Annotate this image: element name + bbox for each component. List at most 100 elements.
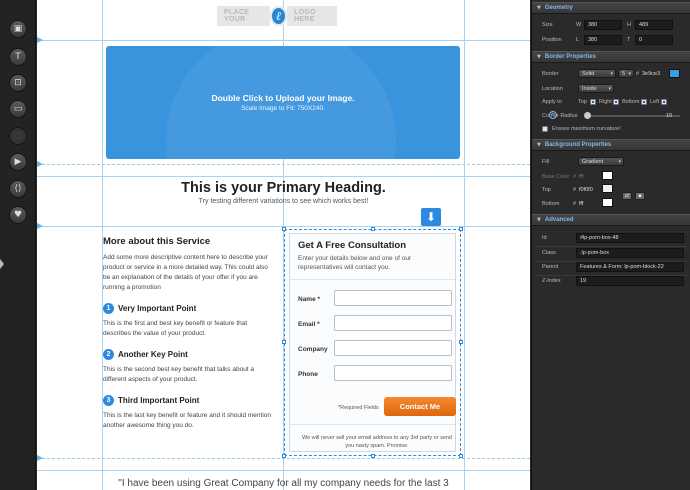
editor-canvas[interactable]: PLACE YOUR ℓ LOGO HERE Double Click to U…: [37, 0, 530, 490]
id-value[interactable]: #lp-pom-box-48: [576, 233, 684, 243]
base-color-label: Base Color: [542, 174, 570, 180]
resize-handle[interactable]: [459, 454, 463, 458]
primary-heading[interactable]: This is your Primary Heading.: [37, 180, 530, 196]
point-body: This is the first and best key benefit o…: [103, 320, 248, 337]
class-value[interactable]: .lp-pom-box: [576, 248, 684, 258]
apply-top-checkbox[interactable]: [590, 99, 596, 105]
logo-icon: ℓ: [270, 6, 288, 26]
section-title: Geometry: [544, 5, 573, 11]
guide-marker-icon[interactable]: [37, 161, 43, 167]
base-color-swatch: [602, 171, 613, 180]
resize-handle[interactable]: [371, 454, 375, 458]
guide-line: [37, 458, 530, 459]
section-title: Background Properties: [544, 142, 612, 148]
tool-text-icon[interactable]: T: [9, 48, 27, 66]
point-body: This is the second best key benefit that…: [103, 366, 255, 383]
number-badge-icon: 2: [103, 349, 114, 360]
phone-label: Phone: [298, 371, 318, 378]
border-color-value[interactable]: 3e9ce3: [642, 71, 660, 77]
geometry-section-header[interactable]: ▼ Geometry: [532, 2, 690, 14]
top-color-swatch[interactable]: [602, 184, 613, 193]
tool-button-icon[interactable]: ▭: [9, 100, 27, 118]
service-text: Add some more descriptive content here t…: [103, 254, 268, 291]
fill-select[interactable]: Gradient: [578, 157, 624, 166]
resize-handle[interactable]: [282, 454, 286, 458]
resize-handle[interactable]: [282, 227, 286, 231]
swap-colors-icon[interactable]: ⇄: [622, 192, 632, 200]
ensure-curvature-checkbox[interactable]: [542, 126, 548, 132]
resize-handle[interactable]: [282, 340, 286, 344]
phone-field[interactable]: [334, 365, 452, 381]
radius-slider-knob[interactable]: [584, 112, 591, 119]
guide-marker-icon[interactable]: [37, 37, 43, 43]
name-label: Name *: [298, 296, 321, 303]
parent-value[interactable]: Features & Form: lp-pom-block-22: [576, 262, 684, 272]
logo-text-left: PLACE YOUR: [217, 6, 271, 26]
location-select[interactable]: Inside: [578, 84, 614, 93]
add-icon[interactable]: +: [549, 111, 557, 119]
number-badge-icon: 3: [103, 395, 114, 406]
bottom-color-value[interactable]: fff: [579, 201, 583, 207]
left-label: Left: [650, 99, 660, 105]
service-description[interactable]: More about this Service Add some more de…: [103, 236, 273, 431]
left-pos-label: L: [576, 37, 580, 43]
border-width-select[interactable]: 5: [618, 69, 634, 78]
width-label: W: [576, 22, 582, 28]
tool-form-icon[interactable]: ⊡: [9, 74, 27, 92]
guide-line: [464, 0, 465, 490]
tool-video-icon[interactable]: ▶: [9, 153, 27, 171]
border-color-swatch[interactable]: [669, 69, 680, 78]
email-field[interactable]: [334, 315, 452, 331]
width-input[interactable]: 380: [584, 20, 622, 30]
corner-radius-label: Corner Radius: [542, 113, 578, 119]
section-title: Border Properties: [544, 54, 596, 60]
contact-me-button[interactable]: Contact Me: [384, 397, 456, 416]
number-badge-icon: 1: [103, 303, 114, 314]
apply-left-checkbox[interactable]: [661, 99, 667, 105]
apply-right-checkbox[interactable]: [613, 99, 619, 105]
resize-handle[interactable]: [459, 227, 463, 231]
z-index-value[interactable]: 19: [576, 276, 684, 286]
point-title: Third Important Point: [118, 396, 200, 405]
top-color-value[interactable]: f0f0f0: [579, 187, 593, 193]
top-color-label: Top: [542, 187, 551, 193]
hash-label: #: [573, 174, 577, 180]
top-label: Top: [578, 99, 587, 105]
tool-image-icon[interactable]: ▣: [9, 20, 27, 38]
collapse-arrow-icon[interactable]: [0, 259, 4, 269]
top-pos-label: T: [627, 37, 631, 43]
testimonial-text[interactable]: "I have been using Great Company for all…: [37, 478, 530, 489]
advanced-section-header[interactable]: ▼ Advanced: [532, 214, 690, 226]
properties-panel: ▼ Geometry Size W 380 H 489 Position L 38…: [531, 0, 690, 490]
guide-line: [37, 164, 530, 165]
service-title: More about this Service: [103, 236, 211, 247]
lock-icon[interactable]: ▪: [635, 192, 645, 200]
apply-to-label: Apply to: [542, 99, 562, 105]
arrow-down-icon[interactable]: ⬇: [421, 208, 441, 226]
company-field[interactable]: [334, 340, 452, 356]
tool-social-icon[interactable]: ♥: [9, 206, 27, 224]
name-field[interactable]: [334, 290, 452, 306]
consultation-form-box[interactable]: Get A Free Consultation Enter your detai…: [282, 227, 463, 458]
background-section-header[interactable]: ▼ Background Properties: [532, 139, 690, 151]
height-input[interactable]: 489: [635, 20, 673, 30]
size-label: Size: [542, 22, 553, 28]
image-upload-placeholder[interactable]: Double Click to Upload your Image. Scale…: [106, 46, 460, 159]
hash-label: #: [636, 71, 640, 77]
apply-bottom-checkbox[interactable]: [641, 99, 647, 105]
border-section-header[interactable]: ▼ Border Properties: [532, 51, 690, 63]
company-label: Company: [298, 346, 328, 353]
bottom-color-swatch[interactable]: [602, 198, 613, 207]
resize-handle[interactable]: [371, 227, 375, 231]
guide-marker-icon[interactable]: [37, 455, 43, 461]
form-title: Get A Free Consultation: [298, 240, 407, 251]
logo-placeholder[interactable]: PLACE YOUR ℓ LOGO HERE: [217, 6, 337, 26]
resize-handle[interactable]: [459, 340, 463, 344]
id-label: Id: [542, 235, 547, 241]
guide-marker-icon[interactable]: [37, 223, 43, 229]
left-pos-input[interactable]: 380: [584, 35, 622, 45]
sub-heading[interactable]: Try testing different variations to see …: [37, 198, 530, 205]
border-style-select[interactable]: Solid: [578, 69, 616, 78]
tool-code-icon[interactable]: ⟨⟩: [9, 180, 27, 198]
top-pos-input[interactable]: 0: [635, 35, 673, 45]
